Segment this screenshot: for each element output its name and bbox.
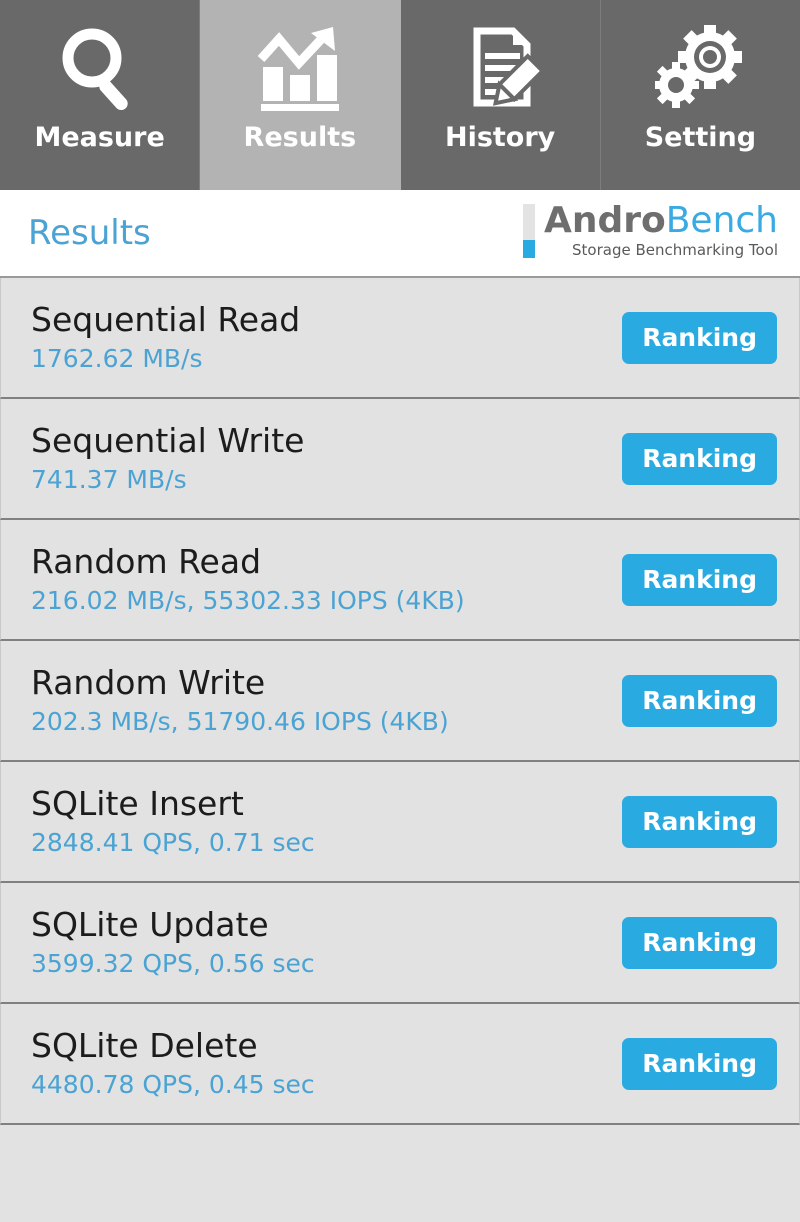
- bar-chart-trend-icon: [245, 18, 355, 118]
- table-row[interactable]: Random Read 216.02 MB/s, 55302.33 IOPS (…: [0, 520, 800, 641]
- row-text-block: Random Write 202.3 MB/s, 51790.46 IOPS (…: [31, 662, 449, 738]
- results-list: Sequential Read 1762.62 MB/s Ranking Seq…: [0, 278, 800, 1125]
- logo-word-andro: Andro: [543, 200, 666, 241]
- row-text-block: SQLite Delete 4480.78 QPS, 0.45 sec: [31, 1025, 315, 1101]
- ranking-button[interactable]: Ranking: [622, 311, 777, 364]
- benchmark-value: 741.37 MB/s: [31, 465, 187, 495]
- main-tab-bar: Measure Results History Setting: [0, 0, 800, 190]
- ranking-button[interactable]: Ranking: [622, 432, 777, 485]
- benchmark-value: 4480.78 QPS, 0.45 sec: [31, 1070, 315, 1100]
- tab-measure-label: Measure: [34, 122, 165, 153]
- table-row[interactable]: Sequential Write 741.37 MB/s Ranking: [0, 399, 800, 520]
- ranking-button[interactable]: Ranking: [622, 1037, 777, 1090]
- benchmark-value: 2848.41 QPS, 0.71 sec: [31, 828, 315, 858]
- logo-tagline: Storage Benchmarking Tool: [572, 240, 778, 259]
- tab-setting[interactable]: Setting: [600, 0, 800, 190]
- ranking-button[interactable]: Ranking: [622, 795, 777, 848]
- benchmark-value: 202.3 MB/s, 51790.46 IOPS (4KB): [31, 707, 449, 737]
- logo-word-bench: Bench: [665, 200, 778, 241]
- logo-accent-bar-bottom: [522, 240, 535, 258]
- androbench-logo: AndroBench Storage Benchmarking Tool: [522, 202, 778, 259]
- benchmark-value: 216.02 MB/s, 55302.33 IOPS (4KB): [31, 586, 465, 616]
- tab-history[interactable]: History: [400, 0, 601, 190]
- tab-history-label: History: [444, 122, 556, 153]
- row-text-block: Sequential Read 1762.62 MB/s: [31, 299, 301, 375]
- benchmark-name: SQLite Delete: [31, 1025, 258, 1065]
- benchmark-name: SQLite Insert: [31, 783, 244, 823]
- benchmark-name: Sequential Read: [31, 299, 301, 339]
- row-text-block: Random Read 216.02 MB/s, 55302.33 IOPS (…: [31, 541, 465, 617]
- tab-results[interactable]: Results: [200, 0, 401, 190]
- tab-measure[interactable]: Measure: [0, 0, 201, 190]
- benchmark-name: Random Write: [31, 662, 266, 702]
- document-pencil-icon: [445, 18, 555, 118]
- row-text-block: Sequential Write 741.37 MB/s: [31, 420, 305, 496]
- logo-accent-bar: [522, 204, 535, 258]
- magnifier-icon: [45, 18, 155, 118]
- table-row[interactable]: SQLite Insert 2848.41 QPS, 0.71 sec Rank…: [0, 762, 800, 883]
- ranking-button[interactable]: Ranking: [622, 553, 777, 606]
- logo-wordmark: AndroBench: [544, 202, 778, 240]
- tab-setting-label: Setting: [644, 122, 757, 153]
- ranking-button[interactable]: Ranking: [622, 674, 777, 727]
- table-row[interactable]: Random Write 202.3 MB/s, 51790.46 IOPS (…: [0, 641, 800, 762]
- benchmark-name: Random Read: [31, 541, 262, 581]
- table-row[interactable]: SQLite Update 3599.32 QPS, 0.56 sec Rank…: [0, 883, 800, 1004]
- app-header: Results AndroBench Storage Benchmarking …: [0, 190, 800, 278]
- row-text-block: SQLite Insert 2848.41 QPS, 0.71 sec: [31, 783, 315, 859]
- benchmark-value: 1762.62 MB/s: [31, 344, 203, 374]
- row-text-block: SQLite Update 3599.32 QPS, 0.56 sec: [31, 904, 315, 980]
- tab-results-label: Results: [243, 122, 357, 153]
- gears-icon: [645, 18, 755, 118]
- table-row[interactable]: SQLite Delete 4480.78 QPS, 0.45 sec Rank…: [0, 1004, 800, 1125]
- logo-accent-bar-top: [522, 204, 535, 240]
- benchmark-name: SQLite Update: [31, 904, 269, 944]
- ranking-button[interactable]: Ranking: [622, 916, 777, 969]
- benchmark-value: 3599.32 QPS, 0.56 sec: [31, 949, 315, 979]
- logo-text-block: AndroBench Storage Benchmarking Tool: [544, 202, 778, 259]
- table-row[interactable]: Sequential Read 1762.62 MB/s Ranking: [0, 278, 800, 399]
- benchmark-name: Sequential Write: [31, 420, 305, 460]
- page-title: Results: [28, 213, 151, 253]
